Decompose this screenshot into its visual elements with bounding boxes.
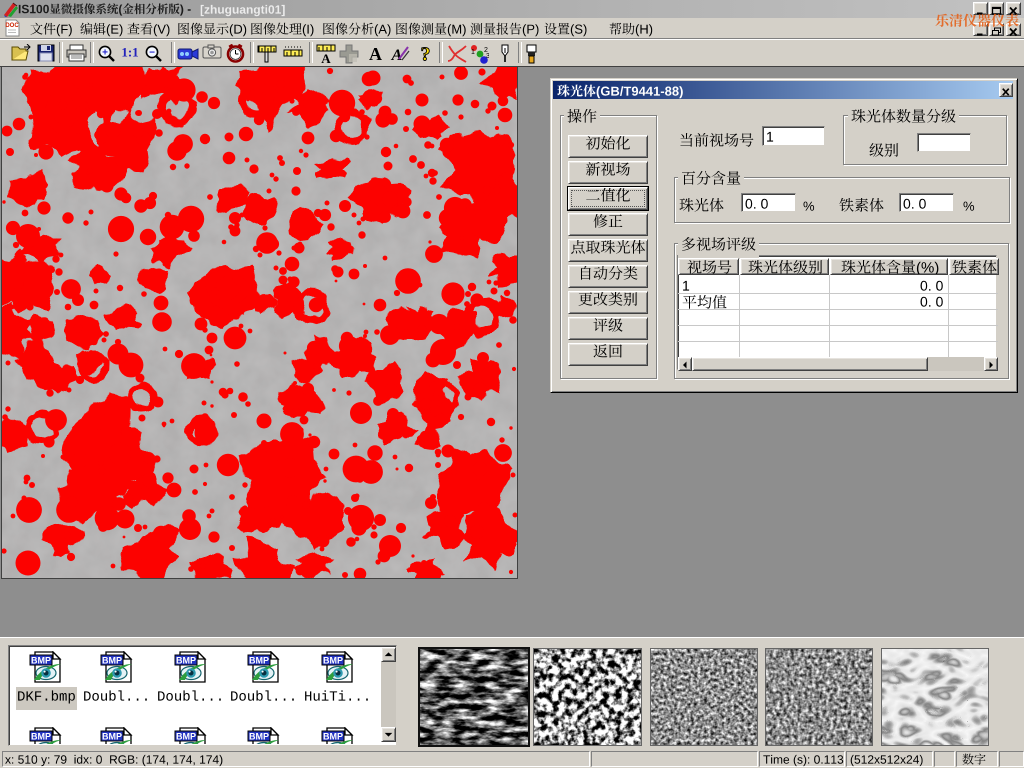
- svg-text:BMP: BMP: [102, 732, 122, 742]
- svg-text:BMP: BMP: [31, 656, 51, 666]
- svg-text:BMP: BMP: [249, 732, 269, 742]
- svg-text:+: +: [102, 47, 108, 58]
- svg-text:A: A: [391, 47, 403, 62]
- svg-text:BMP: BMP: [102, 656, 122, 666]
- svg-text:BMP: BMP: [249, 656, 269, 666]
- svg-text:A: A: [369, 44, 382, 62]
- svg-text:?: ?: [421, 44, 431, 64]
- svg-text:1: 1: [471, 49, 475, 56]
- svg-text:−: −: [149, 47, 155, 58]
- svg-text:1:1: 1:1: [122, 45, 138, 60]
- svg-text:DOC: DOC: [5, 23, 19, 29]
- svg-text:BMP: BMP: [176, 656, 196, 666]
- svg-text:A: A: [321, 51, 331, 64]
- svg-text:BMP: BMP: [323, 656, 343, 666]
- svg-text:BMP: BMP: [31, 732, 51, 742]
- svg-text:BMP: BMP: [176, 732, 196, 742]
- svg-text:BMP: BMP: [323, 732, 343, 742]
- svg-text:3: 3: [486, 53, 489, 60]
